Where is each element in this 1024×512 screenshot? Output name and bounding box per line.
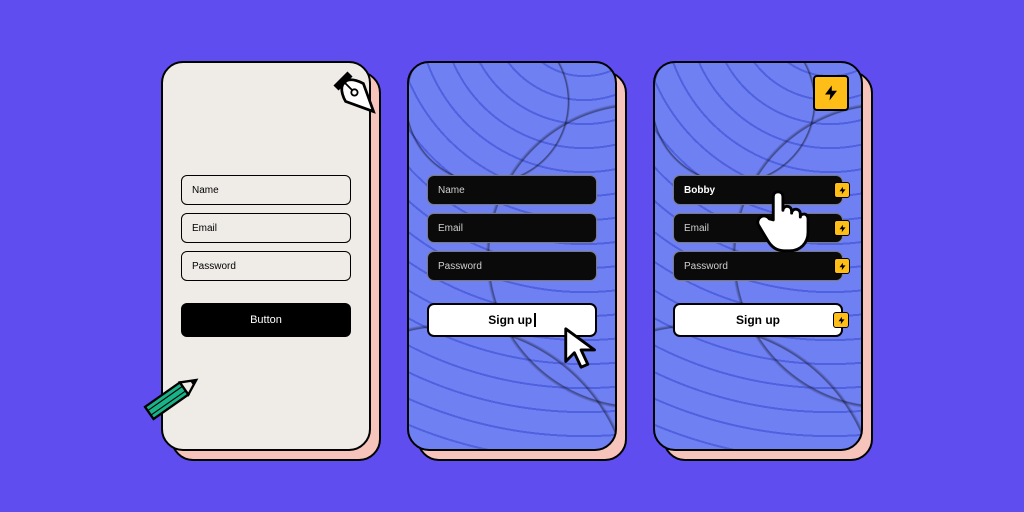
lightning-icon <box>838 262 847 271</box>
password-field[interactable]: Password <box>673 251 843 281</box>
email-placeholder: Email <box>438 223 463 234</box>
interaction-badge <box>833 312 849 328</box>
password-field[interactable]: Password <box>427 251 597 281</box>
email-field[interactable]: Email <box>427 213 597 243</box>
email-placeholder: Email <box>192 223 217 234</box>
password-placeholder: Password <box>192 261 236 272</box>
lightning-icon <box>838 186 847 195</box>
phone-frame: Name Email Password Button <box>161 61 371 451</box>
mockup-wireframe: Name Email Password Button <box>161 61 371 451</box>
password-placeholder: Password <box>438 261 482 272</box>
password-placeholder: Password <box>684 261 728 272</box>
illustration-stage: Name Email Password Button Name Email Pa… <box>0 0 1024 512</box>
submit-button-label: Button <box>250 314 282 326</box>
prototype-badge <box>813 75 849 111</box>
submit-button[interactable]: Button <box>181 303 351 337</box>
signup-button[interactable]: Sign up <box>673 303 843 337</box>
email-field[interactable]: Email <box>181 213 351 243</box>
name-field[interactable]: Name <box>427 175 597 205</box>
name-placeholder: Name <box>192 185 219 196</box>
text-caret-icon <box>534 313 536 327</box>
phone-frame: Name Email Password Sign up <box>407 61 617 451</box>
mockup-interactive: Bobby Email Password Sign up <box>653 61 863 451</box>
name-placeholder: Name <box>438 185 465 196</box>
interaction-badge <box>834 258 850 274</box>
name-value: Bobby <box>684 185 715 196</box>
name-field[interactable]: Bobby <box>673 175 843 205</box>
mockup-styled: Name Email Password Sign up <box>407 61 617 451</box>
signup-button[interactable]: Sign up <box>427 303 597 337</box>
password-field[interactable]: Password <box>181 251 351 281</box>
email-placeholder: Email <box>684 223 709 234</box>
interaction-badge <box>834 220 850 236</box>
signup-button-label: Sign up <box>488 313 532 327</box>
lightning-icon <box>822 84 840 102</box>
lightning-icon <box>838 224 847 233</box>
email-field[interactable]: Email <box>673 213 843 243</box>
signup-button-label: Sign up <box>736 313 780 327</box>
phone-frame: Bobby Email Password Sign up <box>653 61 863 451</box>
lightning-icon <box>837 316 846 325</box>
name-field[interactable]: Name <box>181 175 351 205</box>
interaction-badge <box>834 182 850 198</box>
